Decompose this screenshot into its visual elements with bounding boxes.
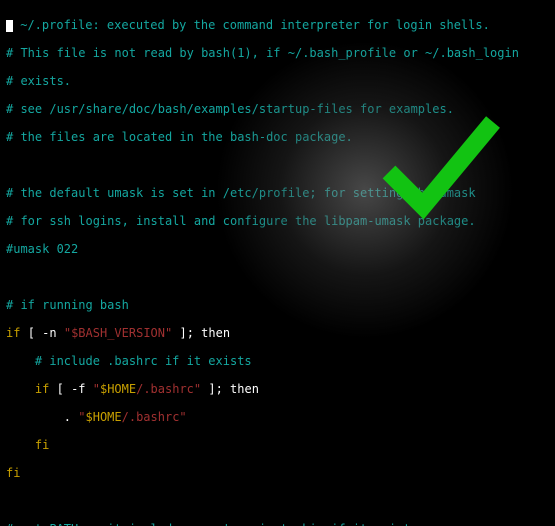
code: fi xyxy=(6,438,49,452)
comment: # for ssh logins, install and configure … xyxy=(6,214,476,228)
comment: # see /usr/share/doc/bash/examples/start… xyxy=(6,102,454,116)
cursor xyxy=(6,20,13,32)
comment: ~/.profile: executed by the command inte… xyxy=(20,18,490,32)
code: . "$HOME/.bashrc" xyxy=(6,410,187,424)
code: if [ -f "$HOME/.bashrc" ]; then xyxy=(6,382,259,396)
comment: # the default umask is set in /etc/profi… xyxy=(6,186,476,200)
comment: #umask 022 xyxy=(6,242,78,256)
terminal-editor[interactable]: ~/.profile: executed by the command inte… xyxy=(0,0,555,526)
code: if [ -n "$BASH_VERSION" ]; then xyxy=(6,326,230,340)
comment: # include .bashrc if it exists xyxy=(35,354,252,368)
comment: # if running bash xyxy=(6,298,129,312)
comment: # exists. xyxy=(6,74,71,88)
comment: # the files are located in the bash-doc … xyxy=(6,130,353,144)
comment: # This file is not read by bash(1), if ~… xyxy=(6,46,519,60)
code: fi xyxy=(6,466,20,480)
comment: # set PATH so it includes user's private… xyxy=(6,522,418,526)
